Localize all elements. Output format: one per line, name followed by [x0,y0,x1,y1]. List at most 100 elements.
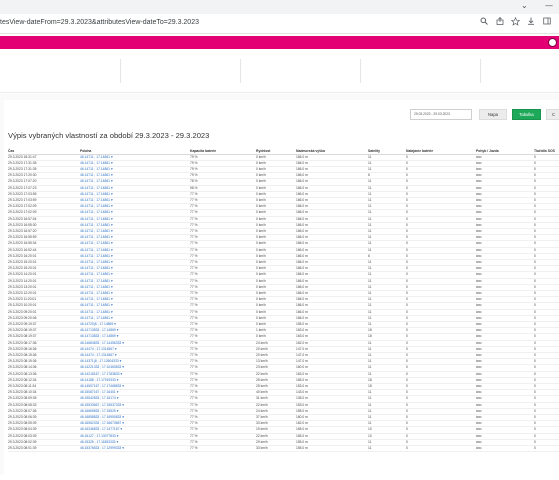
location-coordinates[interactable]: 46.14711 ; 17.14861 [80,241,110,245]
location-coordinates[interactable]: 46.14711 ; 17.14861 [80,223,110,227]
map-pin-icon[interactable]: ▾ [110,217,113,221]
print-button[interactable]: Napa [479,109,507,120]
url-text[interactable]: tesView-dateFrom=29.3.2023&attributesVie… [0,19,199,26]
location-coordinates[interactable]: 46.16127 ; 17.13077833 [80,434,116,438]
sidebar-icon[interactable] [543,17,551,28]
map-pin-icon[interactable]: ▾ [114,353,117,357]
bookmark-star-icon[interactable] [510,16,521,29]
location-coordinates[interactable]: 46.14711 ; 17.14861 [80,198,110,202]
map-pin-icon[interactable]: ▾ [110,173,113,177]
map-pin-icon[interactable]: ▾ [110,198,113,202]
map-pin-icon[interactable]: ▾ [121,415,124,419]
location-coordinates[interactable]: 46.14711 ; 17.14861 [80,279,110,283]
location-coordinates[interactable]: 46.14711 ; 17.14861 [80,285,110,289]
map-pin-icon[interactable]: ▾ [110,310,113,314]
location-coordinates[interactable]: 46.16858833 ; 17.16950833 [80,415,121,419]
map-pin-icon[interactable]: ▾ [116,396,119,400]
tab-list-chevron-icon[interactable]: ⌄ [521,1,528,10]
map-pin-icon[interactable]: ▾ [114,347,117,351]
map-pin-icon[interactable]: ▾ [116,334,119,338]
location-coordinates[interactable]: 46.14221333 ; 17.10460833 [80,365,121,369]
location-coordinates[interactable]: 46.14711 ; 17.14861 [80,266,110,270]
location-coordinates[interactable]: 46.14711 ; 17.14861 [80,260,110,264]
location-coordinates[interactable]: 46.14474 ; 17.1314567 [80,353,114,357]
map-pin-icon[interactable]: ▾ [110,235,113,239]
map-pin-icon[interactable]: ▾ [110,279,113,283]
map-pin-icon[interactable]: ▾ [121,403,124,407]
map-pin-icon[interactable]: ▾ [110,155,113,159]
location-coordinates[interactable]: 46.14474 ; 17.1314567 [80,347,114,351]
map-pin-icon[interactable]: ▾ [119,372,122,376]
minimize-button[interactable]: — [545,1,553,10]
map-pin-icon[interactable]: ▾ [110,210,113,214]
map-pin-icon[interactable]: ▾ [110,303,113,307]
map-pin-icon[interactable]: ▾ [110,316,113,320]
location-coordinates[interactable]: 46.14711 ; 17.14861 [80,173,110,177]
location-coordinates[interactable]: 46.15376833 ; 17.12999333 [80,446,121,450]
map-pin-icon[interactable]: ▾ [116,328,119,332]
map-pin-icon[interactable]: ▾ [110,266,113,270]
location-coordinates[interactable]: 46.14720(6 ; 17.14869 [80,322,113,326]
location-coordinates[interactable]: 46.14711 ; 17.14861 [80,248,110,252]
location-coordinates[interactable]: 46.16669833 ; 17.15525 [80,409,116,413]
location-coordinates[interactable]: 46.14218167 ; 17.1783833 [80,372,119,376]
map-pin-icon[interactable]: ▾ [110,204,113,208]
map-pin-icon[interactable]: ▾ [116,409,119,413]
download-icon[interactable] [527,17,535,28]
location-coordinates[interactable]: 46.14188 ; 17.17919333 [80,378,116,382]
map-pin-icon[interactable]: ▾ [116,378,119,382]
export-table-button[interactable]: Tabulka [512,109,541,120]
location-coordinates[interactable]: 46.14711 ; 17.14861 [80,179,110,183]
map-pin-icon[interactable]: ▾ [110,260,113,264]
map-pin-icon[interactable]: ▾ [110,297,113,301]
location-coordinates[interactable]: 46.14711 ; 17.14861 [80,291,110,295]
location-coordinates[interactable]: 46.16346833 ; 17.1477167 [80,427,119,431]
map-pin-icon[interactable]: ▾ [121,365,124,369]
location-coordinates[interactable]: 46.14713833 ; 17.14869 [80,328,116,332]
location-link[interactable]: 46.15376833 ; 17.12999333 ▾ [80,445,190,453]
map-pin-icon[interactable]: ▾ [116,440,118,444]
location-coordinates[interactable]: 46.16562333 ; 17.16673667 [80,421,121,425]
location-coordinates[interactable]: 46.15325 ; 17.11853333 [80,440,116,444]
map-pin-icon[interactable]: ▾ [121,384,124,388]
location-coordinates[interactable]: 46.15542833 ; 17.16174 [80,396,116,400]
location-coordinates[interactable]: 46.14711 ; 17.14861 [80,297,110,301]
location-coordinates[interactable]: 46.14371(8 ; 17.12604333 [80,359,119,363]
map-pin-icon[interactable]: ▾ [110,192,113,196]
location-coordinates[interactable]: 46.14711 ; 17.14861 [80,204,110,208]
share-icon[interactable] [496,16,504,28]
location-coordinates[interactable]: 46.14711 ; 17.14861 [80,303,110,307]
profile-icon[interactable] [548,38,557,47]
map-pin-icon[interactable]: ▾ [121,446,124,450]
location-coordinates[interactable]: 46.14711 ; 17.14861 [80,167,110,171]
location-coordinates[interactable]: 46.14711 ; 17.14861 [80,192,110,196]
location-coordinates[interactable]: 46.15087167 ; 17.16401 [80,390,116,394]
map-pin-icon[interactable]: ▾ [110,248,113,252]
location-coordinates[interactable]: 46.14713833 ; 17.14869 [80,334,116,338]
location-coordinates[interactable]: 46.14711 ; 17.14861 [80,316,110,320]
location-coordinates[interactable]: 46.14711 ; 17.14861 [80,229,110,233]
map-pin-icon[interactable]: ▾ [110,186,113,190]
location-coordinates[interactable]: 46.14711 ; 17.14861 [80,235,110,239]
location-coordinates[interactable]: 46.14507167 ; 17.17468833 [80,384,121,388]
location-coordinates[interactable]: 46.14711 ; 17.14861 [80,310,110,314]
location-coordinates[interactable]: 46.14711 ; 17.14861 [80,155,110,159]
map-pin-icon[interactable]: ▾ [116,390,119,394]
location-coordinates[interactable]: 46.15533667 ; 17.15537333 [80,403,121,407]
map-pin-icon[interactable]: ▾ [116,434,119,438]
date-range-input[interactable]: 29.03.2023 - 29.03.2023 [410,109,472,120]
map-pin-icon[interactable]: ▾ [110,223,113,227]
map-pin-icon[interactable]: ▾ [110,179,113,183]
map-pin-icon[interactable]: ▾ [110,161,113,165]
location-coordinates[interactable]: 46.14711 ; 17.14861 [80,217,110,221]
map-pin-icon[interactable]: ▾ [121,341,124,345]
map-pin-icon[interactable]: ▾ [110,229,113,233]
map-pin-icon[interactable]: ▾ [121,421,124,425]
location-coordinates[interactable]: 46.14711 ; 17.14861 [80,210,110,214]
map-pin-icon[interactable]: ▾ [110,291,113,295]
close-button[interactable]: C [546,109,559,120]
map-pin-icon[interactable]: ▾ [119,427,122,431]
location-coordinates[interactable]: 46.14684833 ; 17.14456333 [80,341,121,345]
map-pin-icon[interactable]: ▾ [110,241,113,245]
map-pin-icon[interactable]: ▾ [113,322,116,326]
